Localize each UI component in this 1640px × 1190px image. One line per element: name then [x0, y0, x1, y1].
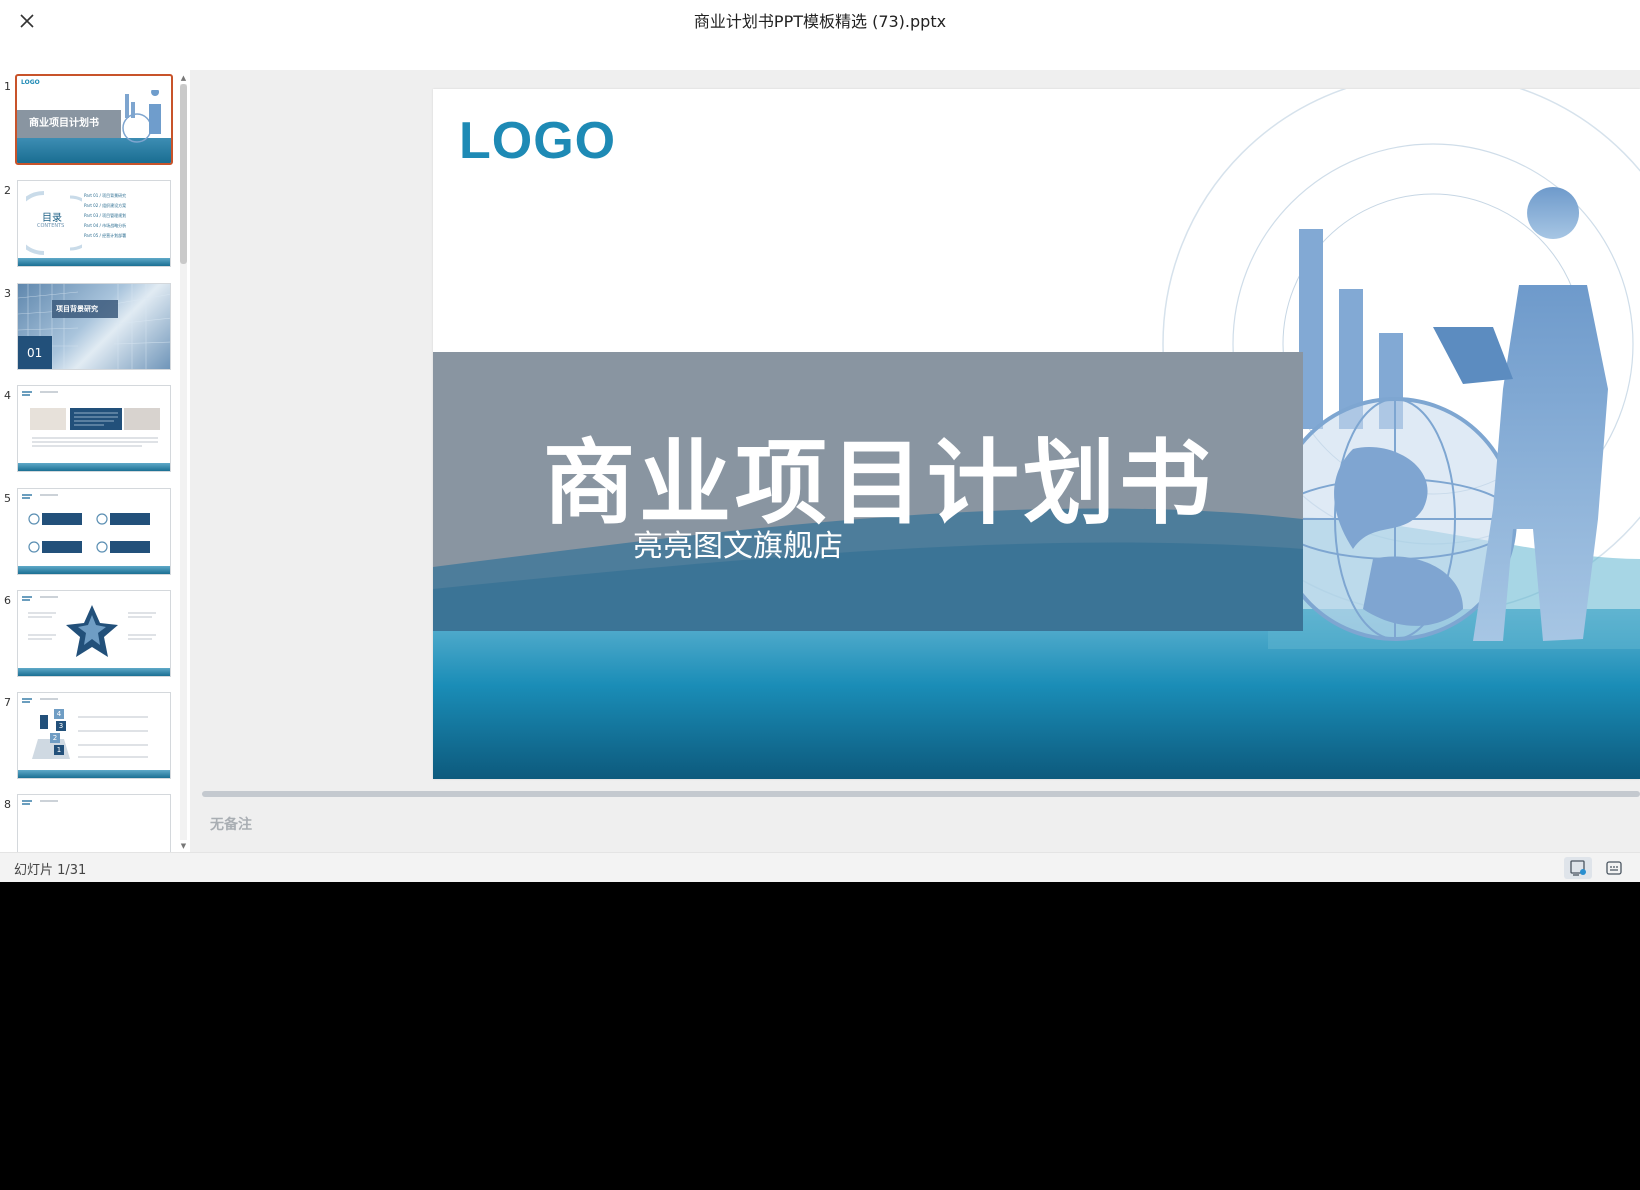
- thumbnail-number: 2: [4, 184, 11, 197]
- thumbnail-row-8[interactable]: 8: [0, 794, 178, 852]
- contents-item: Part 05 / 经营计划部署: [84, 233, 127, 238]
- slide-workspace: LOGO 商业项目计划书 亮亮图文旗舰店 无备注: [190, 70, 1640, 852]
- thumbnail-number: 7: [4, 696, 11, 709]
- slide-subtitle: 亮亮图文旗舰店: [633, 529, 843, 564]
- current-slide[interactable]: LOGO 商业项目计划书 亮亮图文旗舰店: [433, 89, 1640, 779]
- thumbnail-row-5[interactable]: 5: [0, 488, 178, 580]
- thumbnail-number: 5: [4, 492, 11, 505]
- step-badge: 4: [54, 709, 64, 719]
- step-badge: 2: [50, 733, 60, 743]
- thumbnail-row-3[interactable]: 3 项目背景研究 01: [0, 283, 178, 375]
- notes-view-button[interactable]: [1564, 857, 1592, 879]
- thumbnail-row-2[interactable]: 2 目录 CONTENTS Part 01 / 项目背景研究 Part 02 /…: [0, 180, 178, 272]
- steps-diagram-preview: [22, 698, 148, 759]
- slide-counter: 幻灯片 1/31: [14, 863, 87, 878]
- slide-thumbnail-8[interactable]: [17, 794, 171, 852]
- contents-list: Part 01 / 项目背景研究 Part 02 / 组织建设方案 Part 0…: [84, 193, 168, 243]
- slide-content-preview: [22, 391, 160, 447]
- thumbnail-row-7[interactable]: 7 4 3 2 1: [0, 692, 178, 784]
- slide-thumbnail-5[interactable]: [17, 488, 171, 575]
- thumbnail-wave: [18, 258, 170, 266]
- slide-thumbnail-1[interactable]: LOGO 商业项目计划书: [15, 74, 173, 165]
- scrollbar-handle[interactable]: [180, 84, 187, 264]
- thumbnail-scrollbar[interactable]: ▲ ▼: [180, 74, 187, 850]
- thumbnail-logo: LOGO: [21, 79, 40, 86]
- slide-sorter-icon: [1606, 861, 1622, 875]
- notes-placeholder[interactable]: 无备注: [210, 814, 252, 834]
- notes-splitter[interactable]: [202, 791, 1640, 797]
- slide-thumbnail-4[interactable]: [17, 385, 171, 472]
- notes-view-icon: [1570, 860, 1586, 876]
- thumbnail-wave: [18, 566, 170, 574]
- slide-thumbnail-3[interactable]: 项目背景研究 01: [17, 283, 171, 370]
- thumbnail-title: 项目背景研究: [56, 305, 98, 313]
- scroll-up-arrow-icon[interactable]: ▲: [180, 74, 187, 82]
- thumbnail-wave: [18, 463, 170, 471]
- title-bar: 商业计划书PPT模板精选 (73).pptx: [0, 0, 1640, 70]
- thumbnail-wave: [18, 668, 170, 676]
- thumbnail-title: 商业项目计划书: [29, 118, 99, 129]
- slide-sorter-button[interactable]: [1600, 857, 1628, 879]
- thumbnail-row-4[interactable]: 4: [0, 385, 178, 477]
- contents-item: Part 01 / 项目背景研究: [84, 193, 127, 198]
- businessman-globe-image: [122, 90, 161, 143]
- thumbnail-number: 6: [4, 594, 11, 607]
- slide-thumbnail-7[interactable]: 4 3 2 1: [17, 692, 171, 779]
- scroll-down-arrow-icon[interactable]: ▼: [180, 842, 187, 850]
- status-bar: 幻灯片 1/31: [0, 852, 1640, 882]
- step-badge: 1: [54, 745, 64, 755]
- document-title: 商业计划书PPT模板精选 (73).pptx: [693, 12, 947, 31]
- thumbnail-number: 3: [4, 287, 11, 300]
- slide-content-preview: [22, 494, 150, 553]
- slide-thumbnail-panel: 1 LOGO 商业项目计划书 2 目录 CONTENTS Part 01 / 项…: [0, 70, 190, 852]
- presentation-viewer: 商业计划书PPT模板精选 (73).pptx 1 LOGO 商业项目计划书 2: [0, 0, 1640, 882]
- slide-thumbnail-2[interactable]: 目录 CONTENTS Part 01 / 项目背景研究 Part 02 / 组…: [17, 180, 171, 267]
- thumbnail-wave: [18, 770, 170, 778]
- slide-logo: LOGO: [459, 112, 617, 170]
- contents-item: Part 02 / 组织建设方案: [84, 203, 127, 208]
- star-diagram-preview: [22, 596, 156, 657]
- thumbnail-row-1[interactable]: 1 LOGO 商业项目计划书: [0, 74, 178, 168]
- thumbnail-subtitle: CONTENTS: [37, 223, 65, 229]
- thumbnail-row-6[interactable]: 6: [0, 590, 178, 682]
- contents-item: Part 03 / 项目管理规划: [84, 213, 127, 218]
- section-number: 01: [27, 346, 43, 360]
- thumbnail-title: 目录: [42, 213, 62, 224]
- slide-thumbnail-6[interactable]: [17, 590, 171, 677]
- slide-content-preview: [22, 800, 58, 805]
- thumbnail-number: 4: [4, 389, 11, 402]
- thumbnail-number: 8: [4, 798, 11, 811]
- contents-item: Part 04 / 市场战略分析: [84, 223, 127, 228]
- step-badge: 3: [56, 721, 66, 731]
- thumbnail-number: 1: [4, 80, 11, 93]
